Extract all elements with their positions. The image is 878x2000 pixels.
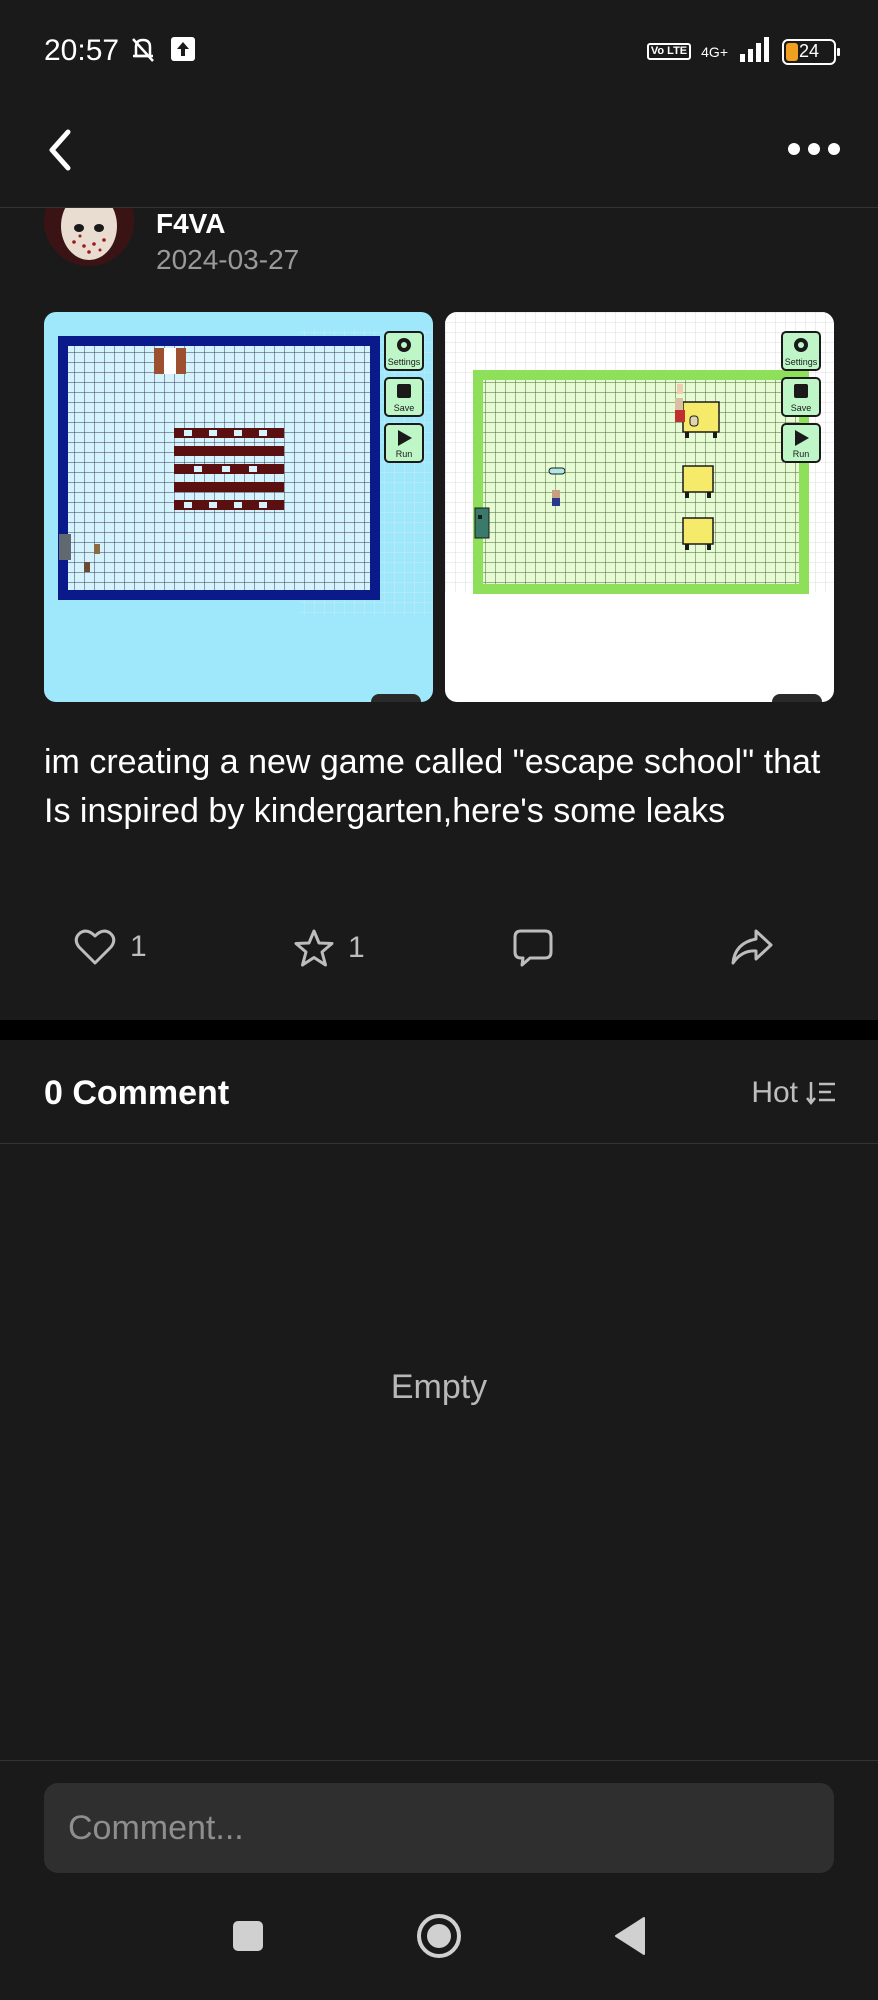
volte-indicator: Vo LTE xyxy=(646,43,692,60)
comment-button[interactable] xyxy=(512,928,554,968)
post-image-1[interactable]: Settings Save Run xyxy=(44,312,433,702)
mute-bell-icon xyxy=(128,34,158,69)
top-nav xyxy=(0,100,878,208)
post-images: Settings Save Run Settings Save Run xyxy=(44,312,834,702)
network-type: 4G+ xyxy=(701,43,728,60)
sort-icon xyxy=(806,1082,835,1106)
comment-bar xyxy=(0,1760,878,1880)
image-tab xyxy=(371,694,421,702)
status-time: 20:57 xyxy=(44,34,120,67)
status-bar: 20:57 Vo LTE 4G+ 24 xyxy=(0,0,878,100)
run-label: Run xyxy=(793,449,810,459)
comment-count-title: 0 Comment xyxy=(44,1074,230,1112)
comment-bubble-icon xyxy=(513,929,553,967)
heart-icon xyxy=(74,929,116,965)
square-icon xyxy=(233,1921,263,1951)
like-count: 1 xyxy=(130,930,147,963)
battery-fill xyxy=(786,42,798,61)
save-label: Save xyxy=(791,403,812,413)
image-tab xyxy=(772,694,822,702)
settings-label: Settings xyxy=(388,357,421,367)
post-body: im creating a new game called "escape sc… xyxy=(44,743,821,830)
settings-label: Settings xyxy=(785,357,818,367)
signal-icon xyxy=(738,36,772,67)
favorite-count: 1 xyxy=(348,931,365,964)
save-label: Save xyxy=(394,403,415,413)
like-button[interactable]: 1 xyxy=(74,928,147,966)
back-system-button[interactable] xyxy=(600,1906,660,1966)
status-icons-right: Vo LTE 4G+ 24 xyxy=(646,36,840,67)
more-dots-icon xyxy=(788,143,840,155)
home-button[interactable] xyxy=(409,1906,469,1966)
upload-icon xyxy=(170,36,196,67)
battery-level: 24 xyxy=(798,41,820,61)
sort-button[interactable]: Hot xyxy=(751,1076,836,1110)
battery-icon: 24 xyxy=(782,38,840,65)
share-arrow-icon xyxy=(731,929,773,965)
sort-label: Hot xyxy=(751,1076,798,1109)
triangle-back-icon xyxy=(615,1917,645,1955)
more-button[interactable] xyxy=(786,134,842,164)
status-icons-left xyxy=(128,34,196,69)
chevron-left-icon xyxy=(49,129,71,171)
run-label: Run xyxy=(396,449,413,459)
post-image-2[interactable]: Settings Save Run xyxy=(445,312,834,702)
empty-state: Empty xyxy=(390,1368,488,1406)
favorite-button[interactable]: 1 xyxy=(294,928,365,968)
circle-icon xyxy=(417,1914,461,1958)
comments-header: 0 Comment Hot xyxy=(0,1040,878,1144)
avatar[interactable] xyxy=(44,208,134,266)
recents-button[interactable] xyxy=(218,1906,278,1966)
comment-input[interactable] xyxy=(44,1783,834,1873)
back-button[interactable] xyxy=(40,122,80,178)
star-icon xyxy=(294,929,334,967)
system-nav-bar xyxy=(0,1880,878,2000)
section-divider xyxy=(0,1020,878,1040)
post-author: F4VA 2024-03-27 xyxy=(0,208,878,278)
post-actions: 1 1 xyxy=(0,928,878,988)
share-button[interactable] xyxy=(730,928,774,966)
author-name[interactable]: F4VA xyxy=(156,208,226,240)
post-date: 2024-03-27 xyxy=(156,244,300,275)
